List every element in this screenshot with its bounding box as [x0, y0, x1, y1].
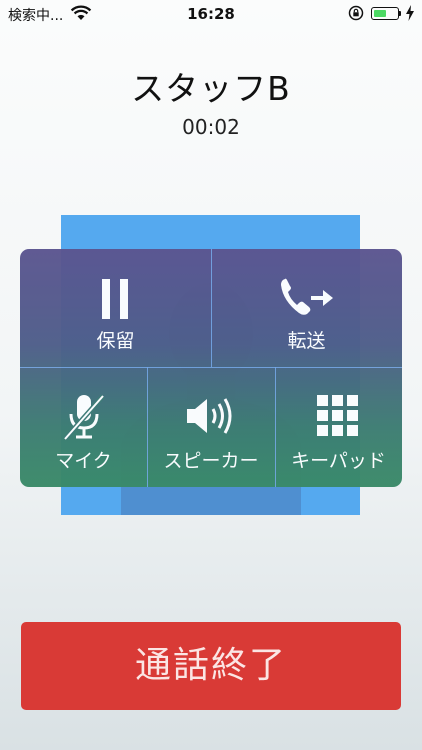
mute-button[interactable]: マイク [20, 367, 147, 487]
keypad-label: キーパッド [291, 450, 386, 472]
mute-label: マイク [55, 450, 112, 472]
speaker-label: スピーカー [163, 450, 259, 472]
column-divider [147, 367, 148, 487]
column-divider [275, 367, 276, 487]
phone-forward-icon [281, 278, 333, 315]
row-divider [20, 367, 402, 368]
transfer-button[interactable]: 転送 [211, 249, 402, 367]
battery-tip [399, 11, 401, 16]
speaker-icon [187, 398, 232, 434]
keypad-icon [317, 395, 358, 436]
transfer-label: 転送 [287, 330, 326, 352]
call-duration: 00:02 [182, 115, 240, 139]
end-call-button[interactable]: 通話終了 [21, 622, 401, 710]
pause-icon [102, 279, 128, 319]
status-bar: 検索中... 16:28 [0, 0, 422, 30]
call-controls-panel: 保留 転送 マイク スピーカー キーパッド [20, 249, 402, 487]
contact-name: スタッフB [131, 69, 291, 108]
battery-icon [371, 7, 399, 20]
hold-button[interactable]: 保留 [20, 249, 211, 367]
charging-bolt-icon [406, 5, 414, 21]
microphone-muted-icon [63, 394, 105, 441]
column-divider [211, 249, 212, 367]
hold-label: 保留 [96, 330, 135, 352]
rotation-lock-icon [348, 5, 364, 21]
speaker-button[interactable]: スピーカー [147, 367, 275, 487]
keypad-button[interactable]: キーパッド [275, 367, 402, 487]
